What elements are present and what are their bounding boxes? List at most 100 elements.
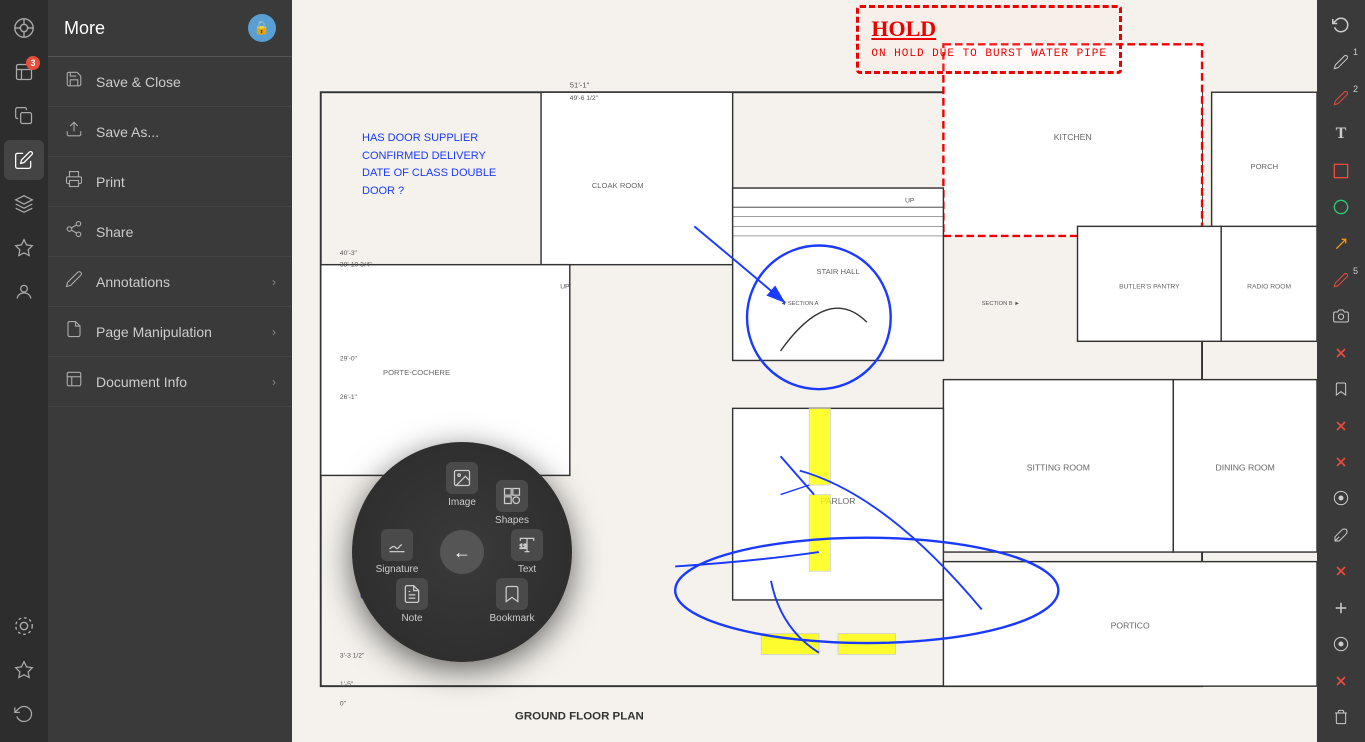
save-as-icon [64,120,84,143]
document-info-chevron: › [272,375,276,389]
sidebar-item-save-close[interactable]: Save & Close [48,57,292,107]
svg-text:SITTING ROOM: SITTING ROOM [1027,463,1090,473]
svg-text:1'-5": 1'-5" [340,681,354,688]
svg-text:3'-3 1/2": 3'-3 1/2" [340,652,365,659]
circle-dot-1[interactable] [1321,481,1361,515]
svg-text:PORTE-COCHERE: PORTE-COCHERE [383,368,450,377]
sidebar-item-page-manipulation[interactable]: Page Manipulation › [48,307,292,357]
bookmark-radial-icon [496,578,528,610]
refresh-icon-btn[interactable] [4,694,44,734]
bookmark-tool[interactable] [1321,372,1361,406]
x-mark-3[interactable] [1321,445,1361,479]
signature-label: Signature [376,564,419,575]
undo-button[interactable] [1321,8,1361,42]
image-icon [446,462,478,494]
sidebar-header: More 🔒 [48,0,292,57]
svg-text:KITCHEN: KITCHEN [1054,132,1092,142]
layers-icon-btn[interactable] [4,184,44,224]
svg-text:29'-0": 29'-0" [340,355,358,362]
svg-text:RADIO ROOM: RADIO ROOM [1247,284,1291,291]
trash-button[interactable] [1321,700,1361,734]
svg-text:51'-1": 51'-1" [570,80,590,89]
svg-text:49'-6 1/2": 49'-6 1/2" [570,95,599,102]
shapes-icon-btn[interactable] [4,228,44,268]
svg-text:0": 0" [340,700,347,707]
svg-text:40'-3": 40'-3" [340,250,358,257]
svg-text:SECTION B ►: SECTION B ► [982,301,1020,307]
x-mark-2[interactable] [1321,408,1361,442]
svg-text:PORCH: PORCH [1250,162,1278,171]
svg-text:PORTICO: PORTICO [1111,621,1150,631]
radial-item-note[interactable]: Note [382,578,442,624]
share-label: Share [96,224,133,240]
shapes-label: Shapes [495,515,529,526]
radial-item-signature[interactable]: Signature [367,529,427,575]
svg-text:UP: UP [905,197,915,204]
svg-text:◄ SECTION A: ◄ SECTION A [781,301,819,307]
svg-text:STAIR HALL: STAIR HALL [816,267,859,276]
page-manipulation-chevron: › [272,325,276,339]
blueprint-background[interactable]: CLOAK ROOM KITCHEN PORCH STAIR HALL BUTL… [292,0,1317,742]
sidebar: More 🔒 Save & Close Save As... Print Sha… [48,0,292,742]
star-icon-btn[interactable] [4,650,44,690]
arrow-tool[interactable] [1321,226,1361,260]
sidebar-item-share[interactable]: Share [48,207,292,257]
radial-menu[interactable]: ← Image Shapes [352,442,572,662]
pencil-1-badge: 1 [1353,47,1358,57]
note-radial-icon [396,578,428,610]
pages-icon-btn[interactable]: 3 [4,52,44,92]
svg-text:UP: UP [560,284,570,291]
note-label: Note [401,613,422,624]
radial-item-shapes[interactable]: Shapes [482,480,542,526]
save-close-icon [64,70,84,93]
sidebar-item-save-as[interactable]: Save As... [48,107,292,157]
pages-badge: 3 [26,56,40,70]
text-tool-button[interactable]: T [1321,117,1361,151]
pencil-tool-5[interactable]: 5 [1321,263,1361,297]
save-close-label: Save & Close [96,74,181,90]
copy-icon-btn[interactable] [4,96,44,136]
brush-tool[interactable] [1321,518,1361,552]
bookmark-label: Bookmark [489,613,534,624]
annotations-icon [64,270,84,293]
circle-tool[interactable] [1321,190,1361,224]
document-info-label: Document Info [96,374,187,390]
document-info-icon [64,370,84,393]
radial-item-bookmark[interactable]: Bookmark [482,578,542,624]
edit-icon-btn[interactable] [4,140,44,180]
circle-dot-2[interactable] [1321,627,1361,661]
signature-radial-icon [381,529,413,561]
page-manipulation-label: Page Manipulation [96,324,212,340]
svg-text:GROUND FLOOR PLAN: GROUND FLOOR PLAN [515,711,644,723]
pencil-tool-1[interactable]: 1 [1321,44,1361,78]
lock-icon[interactable]: 🔒 [248,14,276,42]
svg-text:26'-1": 26'-1" [340,394,358,401]
sidebar-item-document-info[interactable]: Document Info › [48,357,292,407]
sidebar-item-print[interactable]: Print [48,157,292,207]
cloud-icon-btn[interactable] [4,606,44,646]
users-icon-btn[interactable] [4,272,44,312]
rectangle-tool[interactable] [1321,154,1361,188]
radial-menu-inner: ← Image Shapes [362,452,562,652]
left-icon-bar: 3 [0,0,48,742]
save-as-label: Save As... [96,124,159,140]
back-arrow-icon: ← [453,542,471,563]
add-button[interactable] [1321,591,1361,625]
camera-tool[interactable] [1321,299,1361,333]
pencil-2-badge: 2 [1353,84,1358,94]
svg-text:CLOAK ROOM: CLOAK ROOM [592,181,644,190]
x-mark-1[interactable] [1321,336,1361,370]
sidebar-title: More [64,18,105,39]
pencil-tool-2[interactable]: 2 [1321,81,1361,115]
shapes-radial-icon [496,480,528,512]
svg-text:BUTLER'S PANTRY: BUTLER'S PANTRY [1119,284,1180,291]
home-icon-btn[interactable] [4,8,44,48]
sidebar-item-annotations[interactable]: Annotations › [48,257,292,307]
text-radial-icon: 12 [511,529,543,561]
text-label: Text [518,564,536,575]
radial-back-button[interactable]: ← [440,530,484,574]
x-mark-5[interactable] [1321,663,1361,697]
annotations-chevron: › [272,275,276,289]
radial-item-text[interactable]: 12 Text [497,529,557,575]
x-mark-4[interactable] [1321,554,1361,588]
